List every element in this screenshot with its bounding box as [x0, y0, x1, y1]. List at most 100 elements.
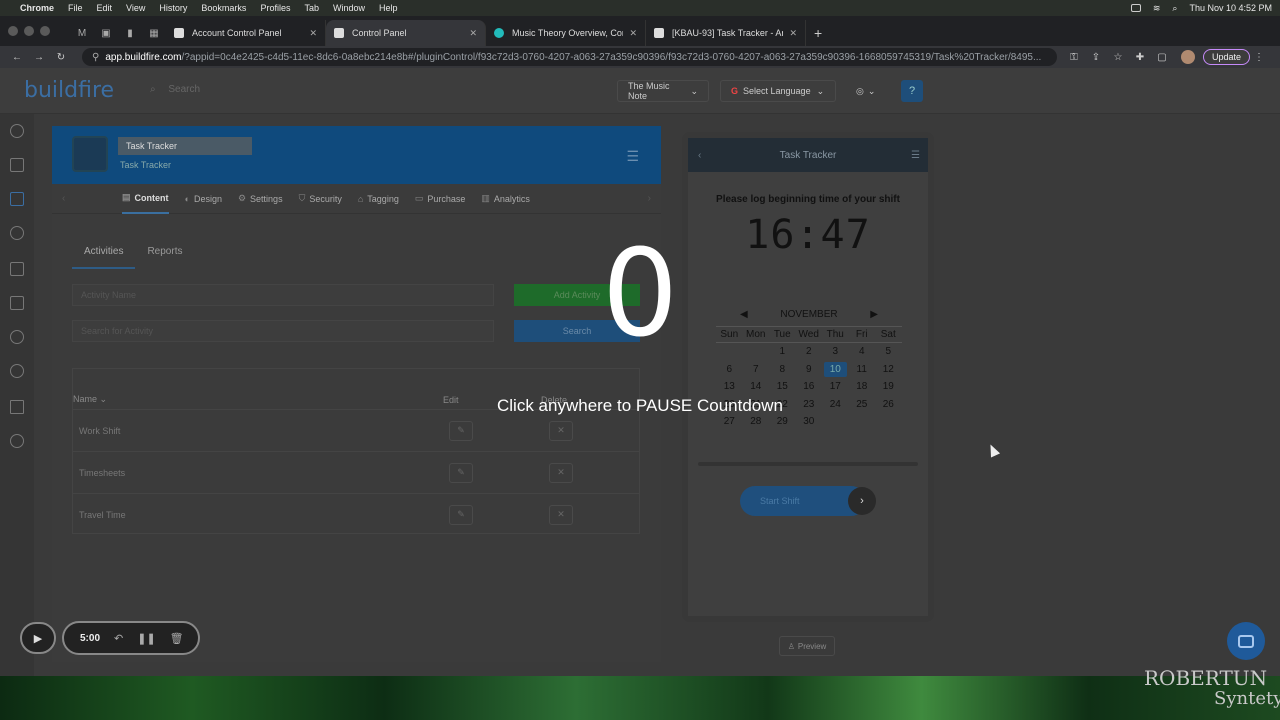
settings-gear-icon[interactable] [10, 434, 24, 448]
calendar-day[interactable]: 1 [769, 343, 796, 361]
menubar-item-tab[interactable]: Tab [304, 3, 319, 13]
hamburger-menu-icon[interactable]: ☰ [911, 150, 920, 161]
tab-close-icon[interactable]: ✕ [629, 28, 637, 39]
menubar-app-name[interactable]: Chrome [20, 3, 54, 13]
tab-analytics[interactable]: ▥ Analytics [481, 184, 530, 214]
preview-button[interactable]: ♙ Preview [779, 636, 835, 656]
delete-x-icon[interactable]: ✕ [549, 504, 573, 525]
pinned-tab-doc[interactable]: ▮ [118, 20, 142, 46]
calendar-day[interactable]: 11 [849, 361, 876, 379]
plugins-icon[interactable] [10, 192, 24, 206]
kebab-menu-icon[interactable]: ⋮ [1250, 52, 1268, 63]
maximize-window-button[interactable] [40, 26, 50, 36]
calendar-day[interactable]: 17 [822, 378, 849, 396]
pause-icon[interactable]: ❚❚ [137, 632, 155, 645]
browser-tab-active[interactable]: Control Panel ✕ [326, 20, 486, 46]
calendar-day[interactable]: 15 [769, 378, 796, 396]
menubar-item-profiles[interactable]: Profiles [260, 3, 290, 13]
calendar-day-selected[interactable]: 10 [824, 361, 847, 377]
menubar-item-file[interactable]: File [68, 3, 83, 13]
menubar-item-bookmarks[interactable]: Bookmarks [201, 3, 246, 13]
next-month-icon[interactable]: ▶ [870, 309, 878, 320]
tab-design[interactable]: ◐ Design [185, 184, 222, 214]
buildfire-logo[interactable]: buildfire [24, 78, 114, 103]
tabs-scroll-right-icon[interactable]: › [648, 193, 651, 204]
plugin-clock-icon[interactable] [72, 136, 108, 172]
plugin-title-input[interactable]: Task Tracker [118, 137, 252, 155]
prev-month-icon[interactable]: ◀ [740, 309, 748, 320]
home-icon[interactable] [10, 158, 24, 172]
app-selector-dropdown[interactable]: The Music Note ⌄ [617, 80, 709, 102]
edit-pencil-icon[interactable]: ✎ [449, 504, 473, 525]
analytics-icon[interactable] [10, 400, 24, 414]
help-button[interactable]: ? [901, 80, 923, 102]
account-menu[interactable]: ◎ ⌄ [846, 80, 890, 102]
dashboard-icon[interactable] [10, 124, 24, 138]
app-search[interactable]: ⌕ Search [150, 84, 200, 95]
browser-tab[interactable]: Music Theory Overview, Conce ✕ [486, 20, 646, 46]
calendar-day[interactable]: 14 [743, 378, 770, 396]
calendar-day[interactable]: 4 [849, 343, 876, 361]
reload-icon[interactable]: ↻ [52, 52, 70, 63]
tab-close-icon[interactable]: ✕ [309, 28, 317, 39]
forward-arrow-icon[interactable]: → [30, 52, 48, 63]
spotlight-icon[interactable]: ⌕ [1172, 3, 1177, 14]
key-icon[interactable]: ⚿ [1065, 52, 1083, 63]
camera-toggle-button[interactable]: ▶ [20, 622, 56, 654]
share-icon[interactable]: ⇪ [1087, 52, 1105, 63]
delete-x-icon[interactable]: ✕ [549, 420, 573, 441]
delete-x-icon[interactable]: ✕ [549, 462, 573, 483]
tab-security[interactable]: ⛉ Security [299, 184, 342, 214]
sidepanel-icon[interactable]: ▢ [1153, 52, 1171, 63]
lock-icon[interactable] [10, 262, 24, 276]
tab-close-icon[interactable]: ✕ [469, 28, 477, 39]
calendar-day[interactable]: 8 [769, 361, 796, 379]
new-tab-button[interactable]: + [814, 20, 822, 46]
tab-settings[interactable]: ⚙ Settings [238, 184, 283, 214]
browser-tab[interactable]: [KBAU-93] Task Tracker - Artic ✕ [646, 20, 806, 46]
battery-icon[interactable] [1130, 4, 1141, 12]
language-selector[interactable]: G Select Language ⌄ [720, 80, 836, 102]
pinned-tab-app[interactable]: ▦ [142, 20, 166, 46]
wifi-icon[interactable]: ≋ [1153, 3, 1161, 14]
tab-purchase[interactable]: ▭ Purchase [415, 184, 466, 214]
countdown-message[interactable]: Click anywhere to PAUSE Countdown [390, 396, 890, 416]
calendar-day[interactable]: 5 [875, 343, 902, 361]
calendar-day[interactable]: 16 [796, 378, 823, 396]
tab-tagging[interactable]: ⌂ Tagging [358, 184, 399, 214]
arrow-right-icon[interactable]: › [848, 487, 876, 515]
profile-avatar[interactable] [1180, 50, 1195, 64]
menubar-item-view[interactable]: View [126, 3, 145, 13]
menubar-datetime[interactable]: Thu Nov 10 4:52 PM [1189, 3, 1272, 13]
browser-tab[interactable]: Account Control Panel ✕ [166, 20, 326, 46]
tab-content[interactable]: ▤ Content [122, 184, 169, 214]
menubar-item-window[interactable]: Window [333, 3, 365, 13]
countdown-number[interactable]: 0 [540, 230, 740, 360]
calendar-day[interactable]: 13 [716, 378, 743, 396]
activity-search-input[interactable]: Search for Activity [72, 320, 494, 342]
pinned-tab-gmail[interactable]: M [70, 20, 94, 46]
extensions-icon[interactable]: ✚ [1131, 52, 1149, 63]
users-icon[interactable] [10, 364, 24, 378]
menubar-item-help[interactable]: Help [379, 3, 398, 13]
minimize-window-button[interactable] [24, 26, 34, 36]
edit-pencil-icon[interactable]: ✎ [449, 462, 473, 483]
calendar-day[interactable]: 18 [849, 378, 876, 396]
trash-icon[interactable]: 🗑 [170, 632, 184, 645]
tab-close-icon[interactable]: ✕ [789, 28, 797, 39]
address-bar[interactable]: ⚲ app.buildfire.com /?appid=0c4e2425-c4d… [82, 48, 1057, 66]
subtab-reports[interactable]: Reports [135, 240, 194, 269]
edit-pencil-icon[interactable]: ✎ [449, 420, 473, 441]
pinned-tab-outlook[interactable]: ▣ [94, 20, 118, 46]
menubar-item-edit[interactable]: Edit [97, 3, 113, 13]
back-chevron-icon[interactable]: ‹ [698, 150, 701, 161]
hamburger-menu-icon[interactable]: ☰ [626, 148, 639, 165]
menubar-item-history[interactable]: History [159, 3, 187, 13]
calendar-day[interactable]: 2 [796, 343, 823, 361]
sort-by-name-header[interactable]: Name ⌄ [73, 394, 107, 405]
tabs-scroll-left-icon[interactable]: ‹ [62, 193, 65, 204]
calendar-day[interactable]: 9 [796, 361, 823, 379]
bell-icon[interactable] [10, 330, 24, 344]
calendar-day[interactable]: 7 [743, 361, 770, 379]
design-icon[interactable] [10, 226, 24, 240]
